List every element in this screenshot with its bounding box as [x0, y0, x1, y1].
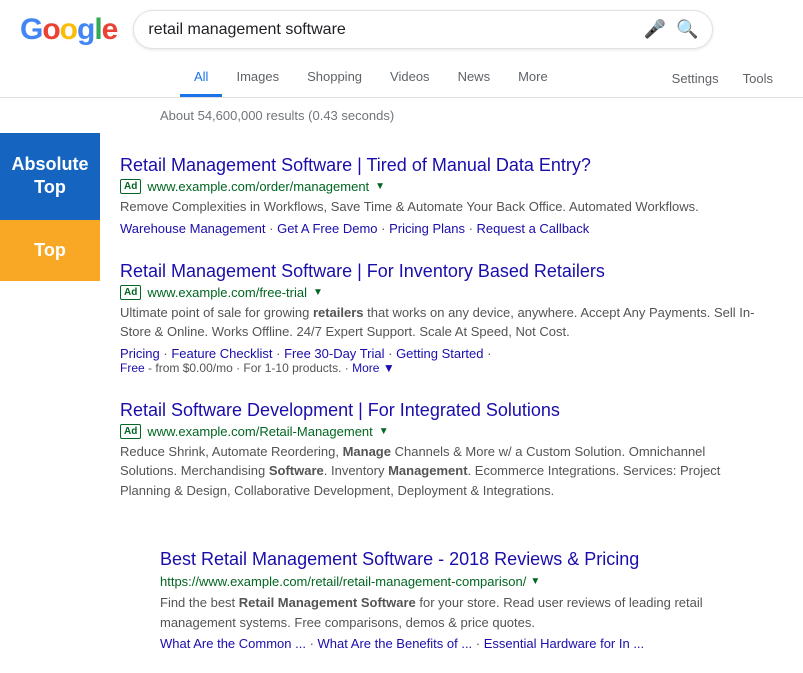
ad-2-desc-part1: Ultimate point of sale for growing — [120, 305, 313, 320]
tab-news[interactable]: News — [444, 59, 505, 97]
ad-3-desc-part1: Reduce Shrink, Automate Reordering, — [120, 444, 343, 459]
ad-3-bold1: Manage — [343, 444, 391, 459]
top-label: Top — [0, 220, 100, 281]
ad-3-desc-part3: . Inventory — [324, 463, 388, 478]
results-area: About 54,600,000 results (0.43 seconds) … — [0, 98, 803, 673]
google-logo[interactable]: Google — [20, 13, 117, 47]
ad-item-2: Retail Management Software | For Invento… — [120, 249, 763, 388]
ad-3-title[interactable]: Retail Software Development | For Integr… — [120, 400, 763, 421]
nav-tabs: All Images Shopping Videos News More — [20, 59, 562, 97]
organic-1-title[interactable]: Best Retail Management Software - 2018 R… — [160, 549, 763, 570]
search-icons: 🎤 🔍 — [644, 19, 699, 40]
ads-container: Absolute Top Top Retail Management Softw… — [0, 133, 803, 527]
organic-sitelink-sep1: · — [310, 636, 318, 651]
sitelink-callback[interactable]: Request a Callback — [477, 221, 590, 236]
organic-desc-bold: Retail Management Software — [239, 595, 416, 610]
ads-list: Retail Management Software | Tired of Ma… — [100, 133, 803, 527]
ad-3-bold2: Software — [269, 463, 324, 478]
ad-1-sitelinks: Warehouse Management · Get A Free Demo ·… — [120, 221, 763, 236]
sitelink-demo[interactable]: Get A Free Demo — [277, 221, 377, 236]
ad-3-url-arrow: ▼ — [379, 426, 389, 437]
organic-1-url-arrow[interactable]: ▼ — [530, 576, 540, 587]
ad-badge: Ad — [120, 179, 141, 194]
search-input[interactable] — [148, 21, 643, 39]
organic-sitelink-2[interactable]: What Are the Benefits of ... — [318, 636, 473, 651]
ad-1-url[interactable]: www.example.com/order/management — [147, 179, 369, 194]
ad-3-badge-row: Ad www.example.com/Retail-Management ▼ — [120, 424, 763, 439]
organic-1-url-row: https://www.example.com/retail/retail-ma… — [160, 574, 763, 589]
ad-3-url[interactable]: www.example.com/Retail-Management — [147, 424, 372, 439]
organic-sitelink-1[interactable]: What Are the Common ... — [160, 636, 306, 651]
organic-sitelink-sep2: · — [476, 636, 484, 651]
header: Google 🎤 🔍 All Images Shopping Videos Ne… — [0, 0, 803, 98]
tab-more[interactable]: More — [504, 59, 562, 97]
tab-shopping[interactable]: Shopping — [293, 59, 376, 97]
ad-badge-3: Ad — [120, 424, 141, 439]
ad-3-bold3: Management — [388, 463, 467, 478]
search-bar: 🎤 🔍 — [133, 10, 713, 49]
ad-2-more-arrow: ▼ — [383, 361, 395, 375]
ad-2-price-text: Free — [120, 361, 145, 375]
ad-3-description: Reduce Shrink, Automate Reordering, Mana… — [120, 442, 763, 501]
ad-1-url-arrow: ▼ — [375, 181, 385, 192]
header-top: Google 🎤 🔍 — [20, 10, 783, 59]
ad-2-more[interactable]: More — [352, 361, 379, 375]
ad-label-bar: Absolute Top Top — [0, 133, 100, 527]
organic-1-description: Find the best Retail Management Software… — [160, 593, 763, 632]
organic-1-url[interactable]: https://www.example.com/retail/retail-ma… — [160, 574, 526, 589]
organic-desc-part1: Find the best — [160, 595, 239, 610]
ad-1-badge-row: Ad www.example.com/order/management ▼ — [120, 179, 763, 194]
organic-sitelink-3[interactable]: Essential Hardware for In ... — [484, 636, 644, 651]
ad-item-1: Retail Management Software | Tired of Ma… — [120, 143, 763, 249]
ad-2-desc-bold: retailers — [313, 305, 364, 320]
ad-2-url[interactable]: www.example.com/free-trial — [147, 285, 307, 300]
organic-1-sitelinks: What Are the Common ... · What Are the B… — [160, 636, 763, 651]
organic-results: Best Retail Management Software - 2018 R… — [0, 527, 803, 673]
tools-link[interactable]: Tools — [733, 61, 783, 96]
ad-item-3: Retail Software Development | For Integr… — [120, 388, 763, 518]
results-count: About 54,600,000 results (0.43 seconds) — [0, 98, 803, 133]
sitelink-started[interactable]: Getting Started — [396, 346, 483, 361]
sitelink-pricing2[interactable]: Pricing — [120, 346, 160, 361]
tab-all[interactable]: All — [180, 59, 222, 97]
ad-2-title[interactable]: Retail Management Software | For Invento… — [120, 261, 763, 282]
ad-2-url-arrow: ▼ — [313, 287, 323, 298]
settings-link[interactable]: Settings — [662, 61, 729, 96]
sitelink-trial[interactable]: Free 30-Day Trial — [284, 346, 384, 361]
ad-2-badge-row: Ad www.example.com/free-trial ▼ — [120, 285, 763, 300]
nav-settings: Settings Tools — [662, 61, 783, 96]
ad-badge-2: Ad — [120, 285, 141, 300]
ad-1-description: Remove Complexities in Workflows, Save T… — [120, 197, 763, 217]
tab-videos[interactable]: Videos — [376, 59, 444, 97]
ad-2-description: Ultimate point of sale for growing retai… — [120, 303, 763, 342]
ad-1-title[interactable]: Retail Management Software | Tired of Ma… — [120, 155, 763, 176]
organic-item-1: Best Retail Management Software - 2018 R… — [160, 537, 763, 663]
search-icon[interactable]: 🔍 — [676, 19, 698, 40]
sitelink-checklist[interactable]: Feature Checklist — [171, 346, 272, 361]
ad-2-sitelinks: Pricing · Feature Checklist · Free 30-Da… — [120, 346, 763, 361]
tab-images[interactable]: Images — [222, 59, 293, 97]
microphone-icon[interactable]: 🎤 — [644, 19, 666, 40]
absolute-top-label: Absolute Top — [0, 133, 100, 220]
sitelink-warehouse[interactable]: Warehouse Management — [120, 221, 266, 236]
sitelink-pricing[interactable]: Pricing Plans — [389, 221, 465, 236]
ad-2-price: Free - from $0.00/mo · For 1-10 products… — [120, 361, 763, 375]
ad-2-price-detail: - from $0.00/mo · For 1-10 products. · — [148, 361, 352, 375]
nav-bar: All Images Shopping Videos News More Set… — [20, 59, 783, 97]
